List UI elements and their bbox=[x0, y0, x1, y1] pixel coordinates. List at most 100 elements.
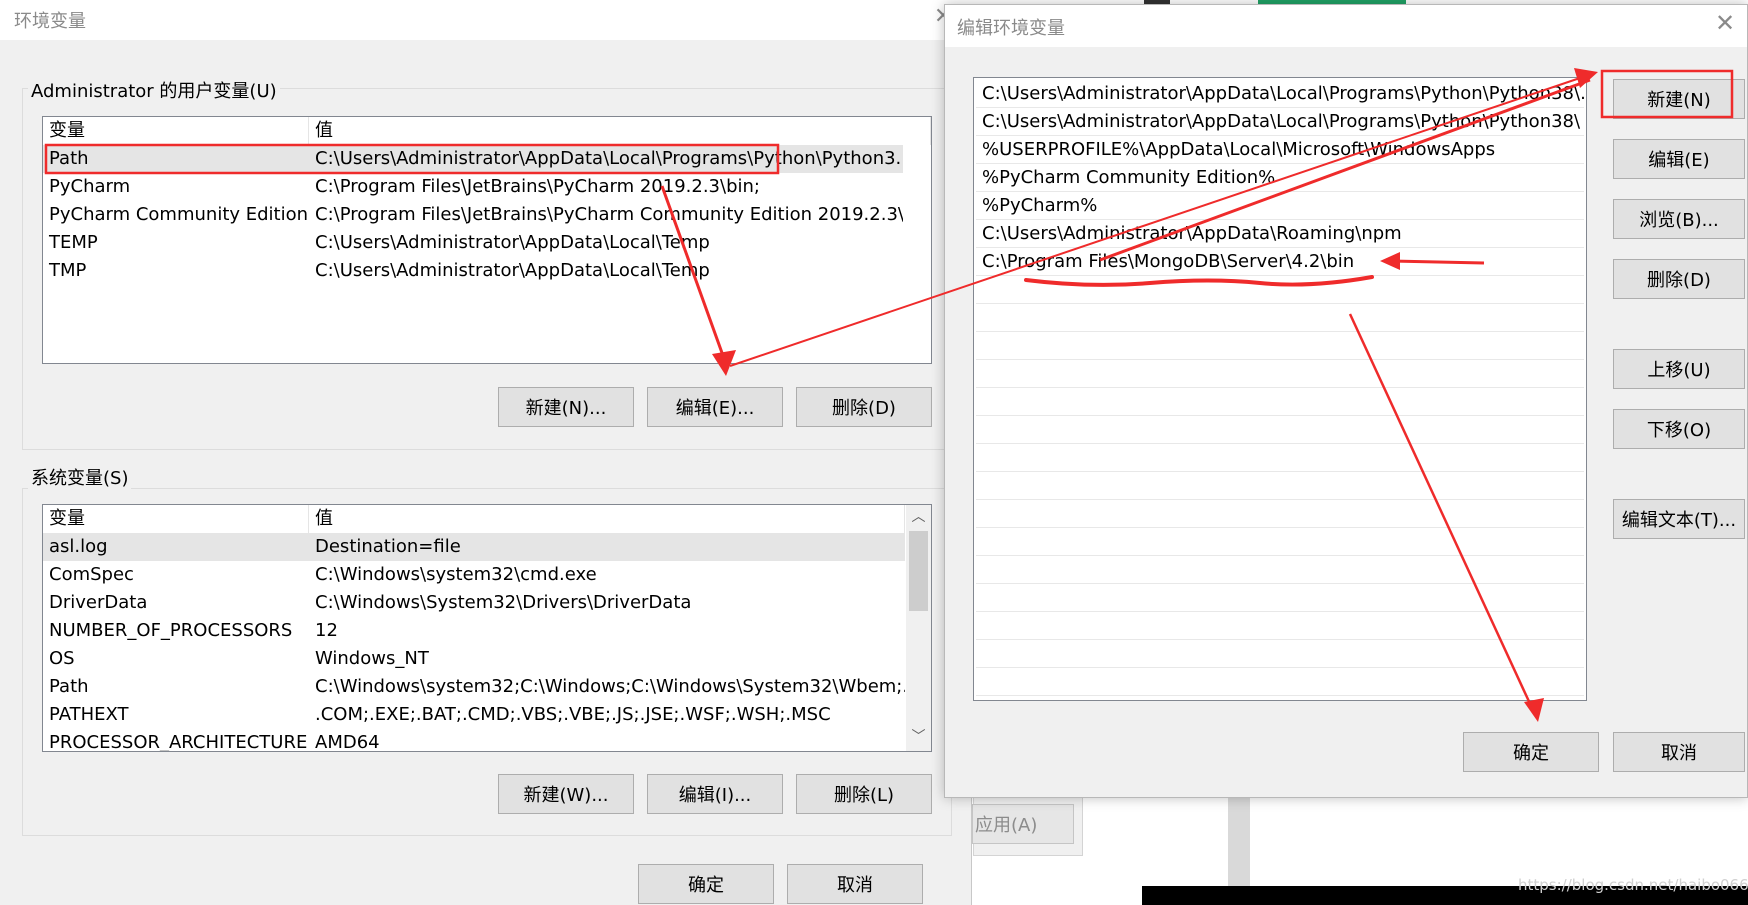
table-row[interactable]: Path C:\Users\Administrator\AppData\Loca… bbox=[43, 145, 903, 173]
row-value: 12 bbox=[315, 620, 338, 641]
empty-list-row[interactable] bbox=[976, 388, 1584, 416]
list-item[interactable]: %USERPROFILE%\AppData\Local\Microsoft\Wi… bbox=[976, 136, 1584, 164]
table-row[interactable]: DriverData C:\Windows\System32\Drivers\D… bbox=[43, 589, 905, 617]
list-item[interactable]: %PyCharm% bbox=[976, 192, 1584, 220]
empty-list-row[interactable] bbox=[976, 612, 1584, 640]
title-bar: 环境变量 ✕ bbox=[0, 0, 972, 40]
system-variables-list[interactable]: 变量 值 asl.log Destination=file ComSpec C:… bbox=[42, 504, 932, 752]
empty-list-row[interactable] bbox=[976, 360, 1584, 388]
row-variable: PATHEXT bbox=[49, 704, 129, 725]
table-row[interactable]: TMP C:\Users\Administrator\AppData\Local… bbox=[43, 257, 903, 285]
table-row[interactable]: Path C:\Windows\system32;C:\Windows;C:\W… bbox=[43, 673, 905, 701]
close-icon[interactable]: ✕ bbox=[1715, 9, 1735, 37]
row-variable: asl.log bbox=[49, 536, 108, 557]
edit-text-button[interactable]: 编辑文本(T)... bbox=[1613, 499, 1745, 539]
table-row[interactable]: PATHEXT .COM;.EXE;.BAT;.CMD;.VBS;.VBE;.J… bbox=[43, 701, 905, 729]
empty-list-row[interactable] bbox=[976, 304, 1584, 332]
system-new-button[interactable]: 新建(W)... bbox=[498, 774, 634, 814]
empty-list-row[interactable] bbox=[976, 276, 1584, 304]
scroll-up-arrow-icon[interactable]: ︿ bbox=[906, 507, 931, 527]
empty-list-row[interactable] bbox=[976, 416, 1584, 444]
vertical-scrollbar[interactable]: ︿ ﹀ bbox=[906, 505, 931, 751]
table-row[interactable]: PyCharm Community Edition C:\Program Fil… bbox=[43, 201, 903, 229]
empty-list-row[interactable] bbox=[976, 528, 1584, 556]
empty-list-row[interactable] bbox=[976, 500, 1584, 528]
table-row[interactable]: PROCESSOR_ARCHITECTURE AMD64 bbox=[43, 729, 905, 752]
title-bar: 编辑环境变量 ✕ bbox=[945, 5, 1747, 47]
column-header-value[interactable]: 值 bbox=[309, 117, 931, 145]
new-path-button[interactable]: 新建(N) bbox=[1613, 79, 1745, 119]
empty-list-row[interactable] bbox=[976, 584, 1584, 612]
empty-list-row[interactable] bbox=[976, 668, 1584, 696]
user-variables-list[interactable]: 变量 值 Path C:\Users\Administrator\AppData… bbox=[42, 116, 932, 364]
row-value: AMD64 bbox=[315, 732, 380, 752]
column-header-variable[interactable]: 变量 bbox=[43, 117, 309, 145]
system-variables-label: 系统变量(S) bbox=[28, 464, 132, 490]
browse-button[interactable]: 浏览(B)... bbox=[1613, 199, 1745, 239]
move-up-button[interactable]: 上移(U) bbox=[1613, 349, 1745, 389]
table-row[interactable]: NUMBER_OF_PROCESSORS 12 bbox=[43, 617, 905, 645]
row-value: Windows_NT bbox=[315, 648, 429, 669]
edit-path-button[interactable]: 编辑(E) bbox=[1613, 139, 1745, 179]
row-variable: NUMBER_OF_PROCESSORS bbox=[49, 620, 293, 641]
list-item[interactable]: C:\Users\Administrator\AppData\Roaming\n… bbox=[976, 220, 1584, 248]
row-variable: PROCESSOR_ARCHITECTURE bbox=[49, 732, 308, 752]
watermark-text: https://blog.csdn.net/haibo0668 bbox=[1518, 876, 1748, 894]
system-edit-button[interactable]: 编辑(I)... bbox=[647, 774, 783, 814]
table-row[interactable]: asl.log Destination=file bbox=[43, 533, 905, 561]
system-delete-button[interactable]: 删除(L) bbox=[796, 774, 932, 814]
user-edit-button[interactable]: 编辑(E)... bbox=[647, 387, 783, 427]
row-variable: Path bbox=[49, 148, 89, 169]
empty-list-row[interactable] bbox=[976, 472, 1584, 500]
column-header-variable[interactable]: 变量 bbox=[43, 505, 309, 533]
dialog-title: 环境变量 bbox=[14, 11, 86, 32]
row-value: C:\Program Files\JetBrains\PyCharm Commu… bbox=[315, 204, 903, 225]
scroll-down-arrow-icon[interactable]: ﹀ bbox=[906, 727, 931, 747]
row-variable: OS bbox=[49, 648, 75, 669]
row-value: C:\Users\Administrator\AppData\Local\Tem… bbox=[315, 260, 710, 281]
list-header: 变量 值 bbox=[43, 117, 931, 145]
row-variable: TEMP bbox=[49, 232, 98, 253]
edit-env-variable-dialog: 编辑环境变量 ✕ C:\Users\Administrator\AppData\… bbox=[944, 4, 1748, 798]
table-row[interactable]: PyCharm C:\Program Files\JetBrains\PyCha… bbox=[43, 173, 903, 201]
row-variable: PyCharm bbox=[49, 176, 131, 197]
user-delete-button[interactable]: 删除(D) bbox=[796, 387, 932, 427]
list-header: 变量 值 bbox=[43, 505, 931, 533]
path-entries-list[interactable]: C:\Users\Administrator\AppData\Local\Pro… bbox=[973, 77, 1587, 701]
cancel-button[interactable]: 取消 bbox=[787, 864, 923, 904]
row-value: Destination=file bbox=[315, 536, 461, 557]
row-variable: PyCharm Community Edition bbox=[49, 204, 309, 225]
apply-button[interactable]: 应用(A) bbox=[972, 804, 1074, 844]
column-header-value[interactable]: 值 bbox=[309, 505, 905, 533]
table-row[interactable]: OS Windows_NT bbox=[43, 645, 905, 673]
ok-button[interactable]: 确定 bbox=[1463, 732, 1599, 772]
row-value: C:\Windows\system32\cmd.exe bbox=[315, 564, 597, 585]
row-value: C:\Windows\System32\Drivers\DriverData bbox=[315, 592, 692, 613]
empty-list-row[interactable] bbox=[976, 640, 1584, 668]
scrollbar-thumb[interactable] bbox=[909, 531, 928, 611]
env-variables-dialog: 环境变量 ✕ Administrator 的用户变量(U) 变量 值 Path … bbox=[0, 0, 972, 905]
row-value: C:\Program Files\JetBrains\PyCharm 2019.… bbox=[315, 176, 760, 197]
cancel-button[interactable]: 取消 bbox=[1613, 732, 1745, 772]
empty-list-row[interactable] bbox=[976, 444, 1584, 472]
row-variable: ComSpec bbox=[49, 564, 134, 585]
user-variables-label: Administrator 的用户变量(U) bbox=[28, 77, 280, 103]
row-value: C:\Windows\system32;C:\Windows;C:\Window… bbox=[315, 676, 905, 697]
delete-path-button[interactable]: 删除(D) bbox=[1613, 259, 1745, 299]
user-new-button[interactable]: 新建(N)... bbox=[498, 387, 634, 427]
list-item[interactable]: %PyCharm Community Edition% bbox=[976, 164, 1584, 192]
list-item[interactable]: C:\Users\Administrator\AppData\Local\Pro… bbox=[976, 80, 1584, 108]
row-variable: TMP bbox=[49, 260, 87, 281]
background-gray-column bbox=[1228, 796, 1250, 886]
row-variable: Path bbox=[49, 676, 89, 697]
move-down-button[interactable]: 下移(O) bbox=[1613, 409, 1745, 449]
ok-button[interactable]: 确定 bbox=[638, 864, 774, 904]
empty-list-row[interactable] bbox=[976, 556, 1584, 584]
list-item[interactable]: C:\Program Files\MongoDB\Server\4.2\bin bbox=[976, 248, 1584, 276]
empty-list-row[interactable] bbox=[976, 332, 1584, 360]
row-variable: DriverData bbox=[49, 592, 148, 613]
table-row[interactable]: TEMP C:\Users\Administrator\AppData\Loca… bbox=[43, 229, 903, 257]
list-item[interactable]: C:\Users\Administrator\AppData\Local\Pro… bbox=[976, 108, 1584, 136]
table-row[interactable]: ComSpec C:\Windows\system32\cmd.exe bbox=[43, 561, 905, 589]
dialog-title: 编辑环境变量 bbox=[957, 18, 1065, 39]
